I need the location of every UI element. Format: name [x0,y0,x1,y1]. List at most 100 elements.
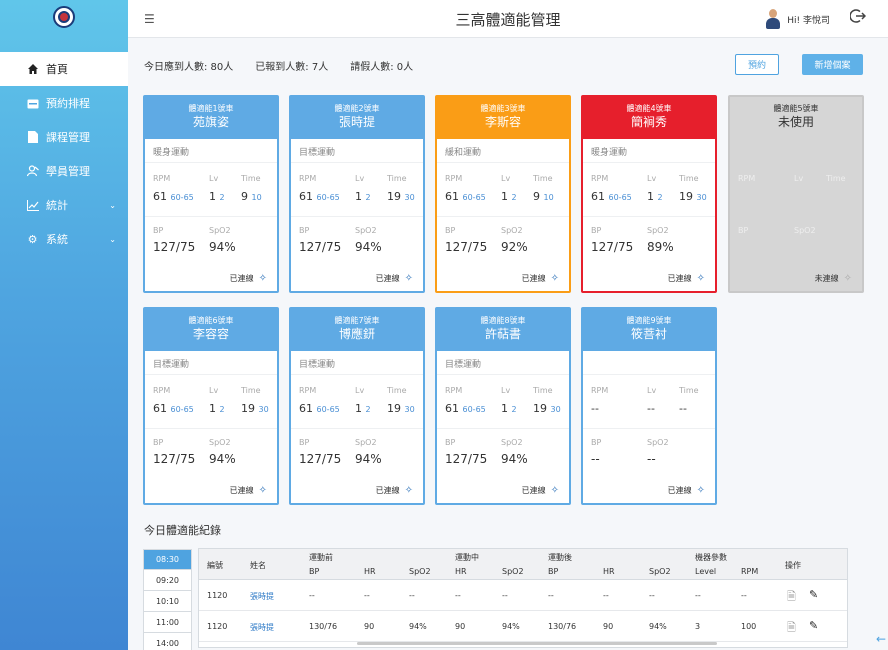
rpm-label: RPM [591,174,609,183]
status-text: 已連線 [375,486,400,495]
time-label: Time [826,174,846,183]
edit-icon[interactable]: ✎ [809,619,818,632]
top-header: ☰ 三高體適能管理 Hi! 李悅司 [128,0,888,38]
spo2-value: 94% [355,452,382,466]
chart-icon [26,199,39,212]
time-slot[interactable]: 10:10 [143,591,192,612]
bp-value: 127/75 [299,240,342,254]
vital-signs: BP SpO2 127/75 94% [145,217,277,267]
rpm-label: RPM [591,386,609,395]
member-name-link[interactable]: 張時提 [250,591,274,602]
member-name: 張時提 [338,115,375,129]
bike-card[interactable]: 體適能4號車 簡裥秀 暖身運動 RPM Lv Time 61 60-65 1 2 19 30 BP… [581,95,717,293]
bike-card[interactable]: 體適能5號車 未使用 RPM Lv Time BP SpO2 未連線 ✧ [728,95,864,293]
bp-label: BP [153,438,164,447]
spo2-label: SpO2 [209,226,231,235]
time-slot[interactable]: 11:00 [143,612,192,633]
spo2-value: 92% [501,240,528,254]
sidebar-item-system[interactable]: ⚙ 系統 ⌄ [0,222,128,256]
rpm-target: 60-65 [316,193,340,202]
lv-value: -- [647,402,655,415]
bike-card[interactable]: 體適能8號車 許萜書 目標運動 RPM Lv Time 61 60-65 1 2 19 30 BP… [435,307,571,505]
bike-card[interactable]: 體適能6號車 李容容 目標運動 RPM Lv Time 61 60-65 1 2 19 30 BP… [143,307,279,505]
logout-icon[interactable] [849,8,867,28]
back-arrow-icon[interactable]: ← [876,632,886,646]
exercise-mode [730,139,862,163]
time-target: 10 [543,193,554,202]
new-record-button[interactable]: 新增個案 [802,54,863,75]
sidebar-item-schedule[interactable]: 預約排程 [0,86,128,120]
status-text: 已連線 [667,274,692,283]
time-slot[interactable]: 14:00 [143,633,192,650]
lv-label: Lv [794,174,804,183]
bluetooth-icon: ✧ [696,485,705,496]
status-text: 已連線 [229,486,254,495]
table-row[interactable]: 1120 張時提 -- -- -- -- -- -- -- -- -- -- 🗎 ✎ [199,580,847,611]
time-value: 19 30 [387,402,415,415]
exercise-mode: 緩和運動 [437,139,569,163]
bike-card[interactable]: 體適能3號車 李斯容 緩和運動 RPM Lv Time 61 60-65 1 2 9 10 BP S… [435,95,571,293]
spo2-value: 89% [647,240,674,254]
rpm-target: 60-65 [170,193,194,202]
spo2-label: SpO2 [647,438,669,447]
due-count: 今日應到人數: 80人 [144,62,234,73]
table-row[interactable]: 1120 張時提 130/76 90 94% 90 94% 130/76 90 94% 3 100 🗎 ✎ [199,611,847,642]
table-cell: -- [649,591,655,600]
user-info[interactable]: Hi! 李悅司 [765,9,830,29]
connection-status: 已連線 ✧ [230,273,267,284]
bike-card[interactable]: 體適能9號車 筱菩衬 RPM Lv Time -- -- -- BP SpO2 -- -- 已連線… [581,307,717,505]
col-no: 編號 [207,561,223,570]
bike-card[interactable]: 體適能2號車 張時提 目標運動 RPM Lv Time 61 60-65 1 2 19 30 BP… [289,95,425,293]
spo2-value: 94% [209,452,236,466]
spo2-value: 94% [209,240,236,254]
card-header: 體適能9號車 筱菩衬 [583,309,715,351]
rpm-target: 60-65 [316,405,340,414]
connection-status: 已連線 ✧ [376,485,413,496]
rpm-target: 60-65 [608,193,632,202]
lv-target: 2 [365,193,371,202]
reserve-button[interactable]: 預約 [735,54,779,75]
rpm-value: 61 60-65 [445,402,486,415]
rpm-target: 60-65 [170,405,194,414]
lv-label: Lv [501,174,511,183]
bluetooth-icon: ✧ [404,485,413,496]
edit-icon[interactable]: ✎ [809,588,818,601]
avatar [765,9,781,29]
rpm-value: 61 60-65 [591,190,632,203]
bike-number: 體適能4號車 [626,104,672,113]
report-icon[interactable]: 🗎 [787,619,796,638]
lv-value: 1 2 [501,190,517,203]
bluetooth-icon: ✧ [258,273,267,284]
lv-target: 2 [219,405,225,414]
time-slot[interactable]: 09:20 [143,570,192,591]
spo2-label: SpO2 [501,226,523,235]
exercise-mode: 目標運動 [145,351,277,375]
sidebar-item-courses[interactable]: 課程管理 [0,120,128,154]
sidebar-item-label: 系統 [46,233,68,246]
sidebar-item-home[interactable]: 首頁 [0,52,128,86]
lv-value: 1 2 [209,190,225,203]
member-name-link[interactable]: 張時提 [250,622,274,633]
horizontal-scrollbar[interactable] [357,642,717,645]
time-slot[interactable]: 08:30 [143,549,192,570]
report-icon[interactable]: 🗎 [787,588,796,607]
workout-metrics: RPM Lv Time 61 60-65 1 2 19 30 [291,375,423,429]
records-table: 編號 姓名 運動前 運動中 運動後 機器參數 BP HR SpO2 HR SpO… [198,548,848,648]
connection-status: 已連線 ✧ [376,273,413,284]
workout-metrics: RPM Lv Time 61 60-65 1 2 19 30 [145,375,277,429]
sidebar-item-statistics[interactable]: 統計 ⌄ [0,188,128,222]
bike-card[interactable]: 體適能7號車 博應鈃 目標運動 RPM Lv Time 61 60-65 1 2 19 30 BP… [289,307,425,505]
spo2-label: SpO2 [355,438,377,447]
bike-card[interactable]: 體適能1號車 苑旗姿 暖身運動 RPM Lv Time 61 60-65 1 2 9 10 BP S… [143,95,279,293]
rpm-label: RPM [445,386,463,395]
status-text: 已連線 [229,274,254,283]
member-name: 李容容 [192,327,229,341]
vital-signs: BP SpO2 127/75 89% [583,217,715,267]
bp-value: 127/75 [591,240,634,254]
bluetooth-icon: ✧ [550,485,559,496]
bike-number: 體適能3號車 [480,104,526,113]
lv-label: Lv [209,386,219,395]
sidebar-item-students[interactable]: 學員管理 [0,154,128,188]
user-greeting: Hi! 李悅司 [787,15,830,26]
home-icon [26,63,39,76]
